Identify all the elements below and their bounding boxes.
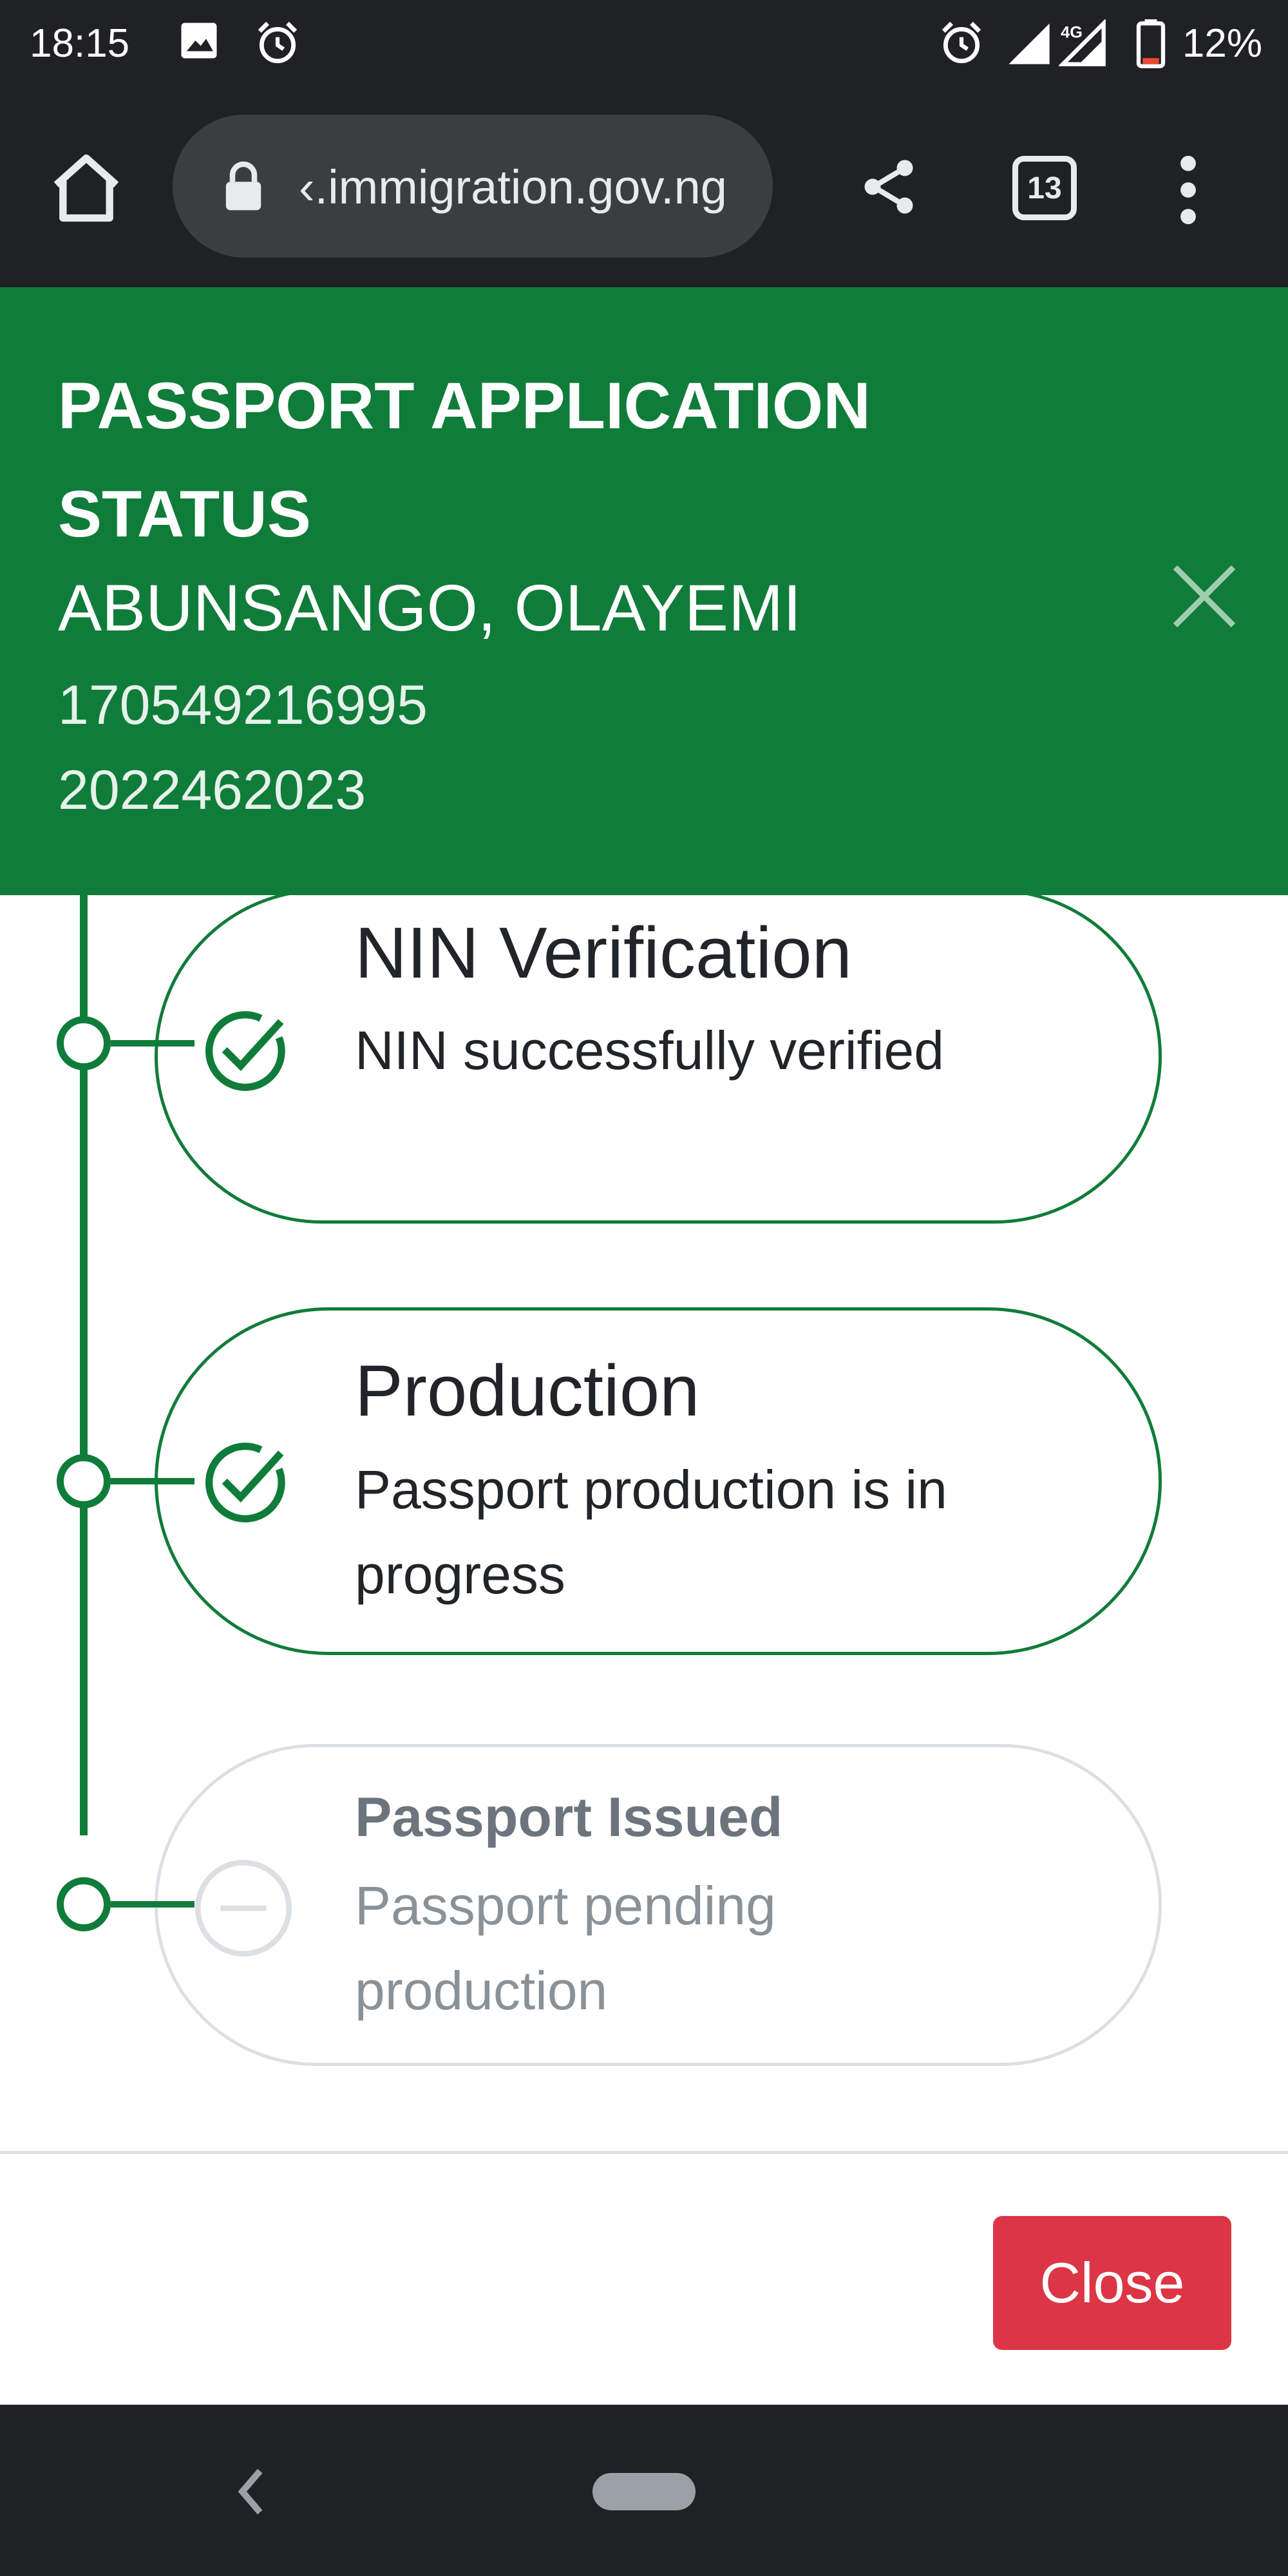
url-text: ‹.immigration.gov.ng — [299, 160, 727, 214]
status-bar: 18:15 4G 12% — [0, 0, 1288, 90]
step-title: Production — [355, 1350, 700, 1431]
timeline-step-passport-issued: Passport Issued Passport pending product… — [155, 1744, 1162, 2066]
tabs-icon[interactable]: 13 — [1012, 156, 1077, 220]
home-icon[interactable] — [46, 148, 126, 228]
image-icon — [178, 19, 220, 65]
back-icon[interactable] — [225, 2456, 277, 2527]
status-time: 18:15 — [30, 21, 130, 66]
applicant-name: ABUNSANGO, OLAYEMI — [58, 571, 802, 645]
modal-title: PASSPORT APPLICATION STATUS — [58, 369, 871, 551]
browser-toolbar: ‹.immigration.gov.ng 13 — [0, 90, 1288, 287]
step-description: Passport production is in progress — [355, 1459, 947, 1605]
modal-footer: Close — [0, 2151, 1288, 2402]
timeline-node — [57, 1877, 111, 1931]
share-icon[interactable] — [857, 155, 921, 219]
status-timeline: NIN Verification NIN successfully verifi… — [0, 895, 1288, 2151]
step-title: NIN Verification — [355, 913, 852, 993]
check-circle-icon — [196, 1433, 293, 1530]
signal-icon — [1005, 19, 1054, 71]
application-number: 2022462023 — [58, 759, 366, 821]
close-icon[interactable] — [1166, 558, 1243, 635]
lock-icon — [222, 160, 265, 216]
step-description: NIN successfully verified — [355, 1020, 944, 1081]
home-pill-icon[interactable] — [592, 2473, 696, 2510]
battery-percentage: 12% — [1182, 21, 1262, 66]
step-title: Passport Issued — [355, 1786, 783, 1848]
timeline-node — [57, 1454, 111, 1508]
check-circle-icon — [196, 1001, 293, 1098]
close-button[interactable]: Close — [993, 2216, 1231, 2350]
navigation-bar — [0, 2405, 1288, 2576]
address-bar[interactable]: ‹.immigration.gov.ng — [173, 115, 773, 258]
alarm-icon — [938, 19, 985, 70]
reference-number: 170549216995 — [58, 674, 428, 736]
svg-text:4G: 4G — [1061, 24, 1083, 42]
modal-header: PASSPORT APPLICATION STATUS ABUNSANGO, O… — [0, 287, 1288, 895]
signal-4g-icon: 4G — [1057, 18, 1108, 71]
timeline-connector — [111, 1478, 194, 1484]
battery-icon — [1135, 19, 1167, 71]
timeline-node — [57, 1016, 111, 1070]
timeline-connector — [111, 1040, 194, 1046]
alarm-icon — [254, 19, 301, 70]
step-description: Passport pending production — [355, 1875, 776, 2021]
minus-circle-icon — [189, 1853, 298, 1963]
timeline-connector — [111, 1901, 194, 1908]
more-vert-icon[interactable] — [1172, 155, 1204, 225]
timeline-step-nin-verification: NIN Verification NIN successfully verifi… — [155, 895, 1162, 1224]
timeline-step-production: Production Passport production is in pro… — [155, 1307, 1162, 1655]
